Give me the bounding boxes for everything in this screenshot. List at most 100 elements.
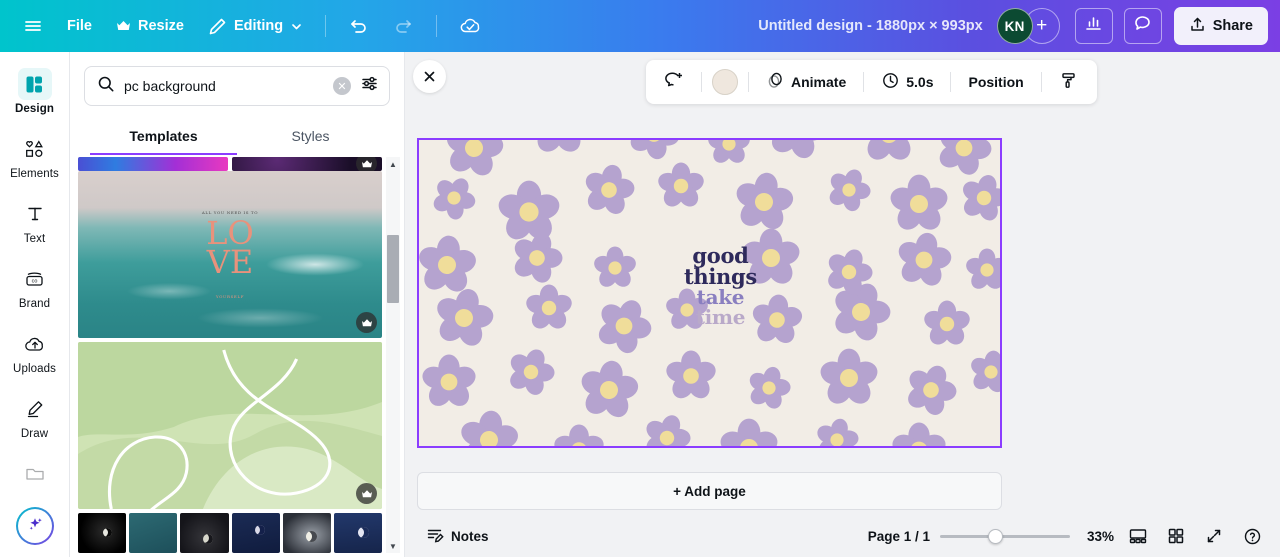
zoom-value[interactable]: 33%	[1080, 529, 1114, 544]
panel-scrollbar[interactable]: ▲ ▼	[386, 157, 400, 553]
canvas-quote-text[interactable]: good things take time	[684, 245, 757, 327]
folder-icon	[18, 458, 52, 490]
notes-button[interactable]: Notes	[419, 521, 496, 551]
caret-up-icon[interactable]: ▲	[386, 157, 400, 171]
grid-view-icon[interactable]	[1162, 522, 1190, 550]
divider	[1040, 72, 1042, 92]
flower-shape	[936, 140, 992, 176]
pencil-icon	[208, 17, 227, 36]
editing-label: Editing	[233, 18, 284, 34]
divider	[863, 72, 865, 92]
left-rail: Design Elements Text co Brand Uploads Dr…	[0, 52, 70, 557]
template-thumbnail-moon[interactable]	[78, 513, 127, 553]
avatar[interactable]: KN	[996, 8, 1033, 44]
editing-mode-button[interactable]: Editing	[197, 8, 314, 44]
flower-shape	[434, 288, 494, 348]
scrollbar-thumb[interactable]	[387, 235, 399, 303]
add-page-button[interactable]: + Add page	[417, 472, 1002, 510]
moon-shape	[357, 526, 369, 538]
divider	[701, 72, 702, 92]
color-swatch-button[interactable]	[712, 69, 738, 95]
templates-panel: ✕ Templates Styles	[70, 52, 405, 557]
document-title[interactable]: Untitled design - 1880px × 993px	[746, 18, 994, 34]
caret-down-icon[interactable]: ▼	[386, 539, 400, 553]
file-label: File	[67, 18, 92, 34]
main-menu-button[interactable]	[12, 8, 54, 44]
magic-studio-button[interactable]	[16, 507, 54, 545]
quote-line-3: take	[696, 285, 745, 309]
save-status-button[interactable]	[448, 8, 494, 44]
search-input[interactable]	[124, 78, 324, 94]
draw-pen-icon	[18, 393, 52, 425]
sidebar-label: Brand	[18, 298, 51, 310]
moon-shape	[254, 525, 265, 535]
sidebar-item-elements[interactable]: Elements	[4, 127, 66, 184]
help-question-icon[interactable]	[1238, 522, 1266, 550]
flower-shape	[891, 422, 947, 446]
position-button[interactable]: Position	[961, 66, 1030, 98]
template-thumbnail-green[interactable]	[78, 342, 382, 509]
template-thumbnail-moon[interactable]	[333, 513, 383, 553]
redo-button[interactable]	[382, 8, 425, 44]
flower-shape	[819, 348, 879, 408]
share-button[interactable]: Share	[1173, 7, 1268, 45]
comment-bubble-icon	[1133, 14, 1152, 38]
canva-editor: File Resize Editing Untitled design - 18…	[0, 0, 1280, 557]
filter-sliders-icon[interactable]	[360, 74, 379, 98]
insights-button[interactable]	[1074, 8, 1113, 44]
share-label: Share	[1212, 18, 1253, 34]
comments-button[interactable]	[1123, 8, 1162, 44]
fullscreen-expand-icon[interactable]	[1200, 522, 1228, 550]
flower-shape	[923, 300, 971, 348]
editor-area: Animate 5.0s Position good things take t…	[405, 52, 1280, 557]
template-thumbnail-moon[interactable]	[231, 513, 280, 553]
bar-chart-icon	[1084, 14, 1103, 38]
animate-icon	[766, 71, 785, 93]
flower-shape	[583, 164, 635, 216]
search-box[interactable]: ✕	[84, 66, 390, 106]
zoom-slider[interactable]	[940, 528, 1070, 544]
template-thumbnail-moon[interactable]	[180, 513, 229, 553]
sidebar-item-brand[interactable]: co Brand	[4, 257, 66, 314]
tab-styles[interactable]: Styles	[237, 118, 384, 155]
duration-button[interactable]: 5.0s	[874, 66, 940, 98]
notes-label: Notes	[451, 528, 489, 544]
panel-tabs: Templates Styles	[84, 118, 390, 155]
slider-track	[940, 535, 1070, 538]
slider-knob[interactable]	[988, 529, 1003, 544]
timeline-view-icon[interactable]	[1124, 522, 1152, 550]
file-menu-button[interactable]: File	[56, 8, 103, 44]
quote-line-2: things	[684, 264, 757, 289]
add-comment-button[interactable]	[658, 66, 691, 98]
tab-templates[interactable]: Templates	[90, 118, 237, 155]
close-panel-button[interactable]	[413, 60, 446, 93]
animate-button[interactable]: Animate	[759, 66, 853, 98]
divider	[436, 15, 438, 37]
design-canvas[interactable]: good things take time	[417, 138, 1002, 448]
template-thumbnail[interactable]	[78, 157, 228, 171]
sidebar-item-uploads[interactable]: Uploads	[4, 322, 66, 379]
page-count-label: Page 1 / 1	[867, 528, 930, 544]
template-thumbnail-moon[interactable]	[129, 513, 178, 553]
paint-roller-button[interactable]	[1052, 66, 1085, 98]
moon-shape	[305, 530, 317, 542]
clear-x-icon[interactable]: ✕	[333, 77, 351, 95]
animate-label: Animate	[791, 74, 847, 90]
resize-button[interactable]: Resize	[105, 8, 195, 44]
flower-shape	[593, 246, 637, 290]
flower-shape	[529, 140, 589, 156]
share-upload-icon	[1189, 16, 1206, 37]
flower-shape	[905, 364, 957, 416]
redo-icon	[393, 16, 414, 37]
flower-shape	[657, 162, 705, 210]
sidebar-item-text[interactable]: Text	[4, 192, 66, 249]
sidebar-item-design[interactable]: Design	[4, 62, 66, 119]
template-thumbnail-ocean[interactable]: ALL YOU NEED IS TO LO VE YOURSELF	[78, 171, 382, 338]
sidebar-item-projects[interactable]	[4, 452, 66, 494]
pro-crown-badge-icon	[356, 157, 377, 171]
template-row-moons	[70, 513, 390, 557]
template-thumbnail[interactable]	[232, 157, 382, 171]
undo-button[interactable]	[337, 8, 380, 44]
sidebar-item-draw[interactable]: Draw	[4, 387, 66, 444]
template-thumbnail-moon[interactable]	[282, 513, 331, 553]
